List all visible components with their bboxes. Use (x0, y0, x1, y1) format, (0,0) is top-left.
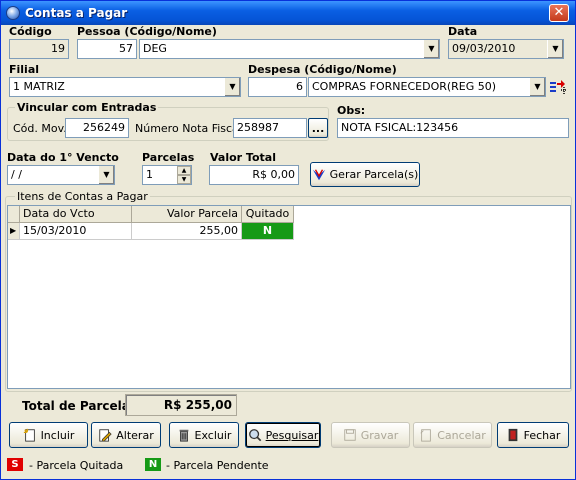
despesa-name-value: COMPRAS FORNECEDOR(REG 50) (312, 80, 497, 93)
obs-label: Obs: (337, 104, 366, 117)
data-value: 09/03/2010 (452, 42, 516, 55)
nota-fiscal-label: Número Nota Fiscal: (135, 122, 246, 135)
trash-icon (179, 429, 188, 442)
window-title: Contas a Pagar (25, 6, 128, 20)
new-document-icon (23, 428, 35, 442)
column-header-data[interactable]: Data do Vcto (20, 206, 132, 223)
parcelas-grid[interactable]: Data do Vcto Valor Parcela Quitado ▶ 15/… (7, 205, 571, 389)
vencto-select[interactable]: / / ▼ (7, 165, 115, 185)
pendente-legend-text: - Parcela Pendente (166, 459, 269, 472)
valor-total-label: Valor Total (210, 151, 276, 164)
total-parcelas-value: R$ 255,00 (125, 394, 237, 416)
cod-mov-input[interactable]: 256249 (65, 118, 129, 138)
filial-label: Filial (9, 63, 40, 76)
chevron-down-icon[interactable]: ▼ (177, 175, 191, 184)
pessoa-label: Pessoa (Código/Nome) (77, 25, 217, 38)
total-parcelas-label: Total de Parcelas: (22, 399, 142, 413)
vincular-title: Vincular com Entradas (15, 101, 159, 114)
valor-total-input[interactable]: R$ 0,00 (209, 165, 299, 185)
gravar-label: Gravar (360, 428, 399, 442)
row-quitado-cell[interactable]: N (242, 223, 294, 240)
chevron-down-icon[interactable]: ▼ (547, 40, 563, 58)
obs-input[interactable]: NOTA FSICAL:123456 (337, 118, 569, 138)
save-icon (344, 429, 356, 441)
incluir-button[interactable]: Incluir (9, 422, 88, 448)
row-data-cell[interactable]: 15/03/2010 (20, 223, 132, 240)
row-indicator-icon: ▶ (8, 223, 20, 240)
data-label: Data (448, 25, 478, 38)
cancelar-label: Cancelar (437, 428, 486, 442)
pessoa-name-value: DEG (143, 42, 167, 55)
contas-a-pagar-window: Contas a Pagar ✕ Código 19 Pessoa (Códig… (0, 0, 576, 480)
fechar-button[interactable]: Fechar (497, 422, 569, 448)
parcelas-label: Parcelas (142, 151, 195, 164)
gerar-parcelas-label: Gerar Parcela(s) (329, 168, 419, 181)
chevron-down-icon[interactable]: ▼ (423, 40, 439, 58)
nota-fiscal-input[interactable]: 258987 (233, 118, 307, 138)
gerar-parcelas-button[interactable]: Gerar Parcela(s) (310, 162, 420, 187)
excluir-label: Excluir (194, 428, 232, 442)
despesa-label: Despesa (Código/Nome) (248, 63, 397, 76)
chevron-up-icon[interactable]: ▲ (177, 166, 191, 175)
pessoa-code-input[interactable]: 57 (77, 39, 137, 59)
app-icon (6, 6, 20, 20)
parcelas-value: 1 (146, 168, 153, 181)
pesquisar-button[interactable]: Pesquisar (245, 422, 321, 448)
title-bar[interactable]: Contas a Pagar ✕ (1, 1, 575, 25)
alterar-button[interactable]: Alterar (91, 422, 161, 448)
search-icon (248, 429, 261, 442)
grid-indicator-header (8, 206, 20, 223)
vencto-label: Data do 1° Vencto (7, 151, 119, 164)
exit-door-icon (508, 428, 517, 442)
pendente-badge: N (145, 458, 161, 471)
itens-title: Itens de Contas a Pagar (15, 190, 150, 203)
cancelar-button[interactable]: Cancelar (413, 422, 492, 448)
column-header-valor[interactable]: Valor Parcela (132, 206, 242, 223)
row-valor-cell[interactable]: 255,00 (132, 223, 242, 240)
browse-nota-button[interactable]: ... (308, 118, 328, 138)
gerar-icon (312, 168, 325, 180)
column-header-quitado[interactable]: Quitado (242, 206, 294, 223)
quitada-legend-text: - Parcela Quitada (29, 459, 124, 472)
pesquisar-label: Pesquisar (265, 428, 319, 442)
cod-mov-label: Cód. Mov. (13, 122, 67, 135)
vencto-value: / / (11, 168, 22, 181)
incluir-label: Incluir (40, 428, 75, 442)
chevron-down-icon[interactable]: ▼ (224, 78, 240, 96)
edit-document-icon (99, 429, 112, 442)
data-select[interactable]: 09/03/2010 ▼ (448, 39, 564, 59)
codigo-label: Código (9, 25, 52, 38)
close-button[interactable]: ✕ (549, 4, 569, 22)
despesa-name-select[interactable]: COMPRAS FORNECEDOR(REG 50) ▼ (308, 77, 546, 97)
filial-value: 1 MATRIZ (13, 80, 65, 93)
quitada-badge: S (7, 458, 23, 471)
alterar-label: Alterar (116, 428, 154, 442)
despesa-add-icon[interactable] (549, 79, 569, 95)
parcelas-stepper[interactable]: 1 ▲ ▼ (142, 165, 192, 185)
chevron-down-icon[interactable]: ▼ (529, 78, 545, 96)
gravar-button[interactable]: Gravar (331, 422, 410, 448)
filial-select[interactable]: 1 MATRIZ ▼ (9, 77, 241, 97)
excluir-button[interactable]: Excluir (169, 422, 239, 448)
fechar-label: Fechar (523, 428, 561, 442)
pessoa-name-select[interactable]: DEG ▼ (139, 39, 440, 59)
chevron-down-icon[interactable]: ▼ (98, 166, 114, 184)
despesa-code-input[interactable]: 6 (248, 77, 307, 97)
cancel-icon (420, 429, 432, 442)
codigo-field: 19 (9, 39, 69, 59)
